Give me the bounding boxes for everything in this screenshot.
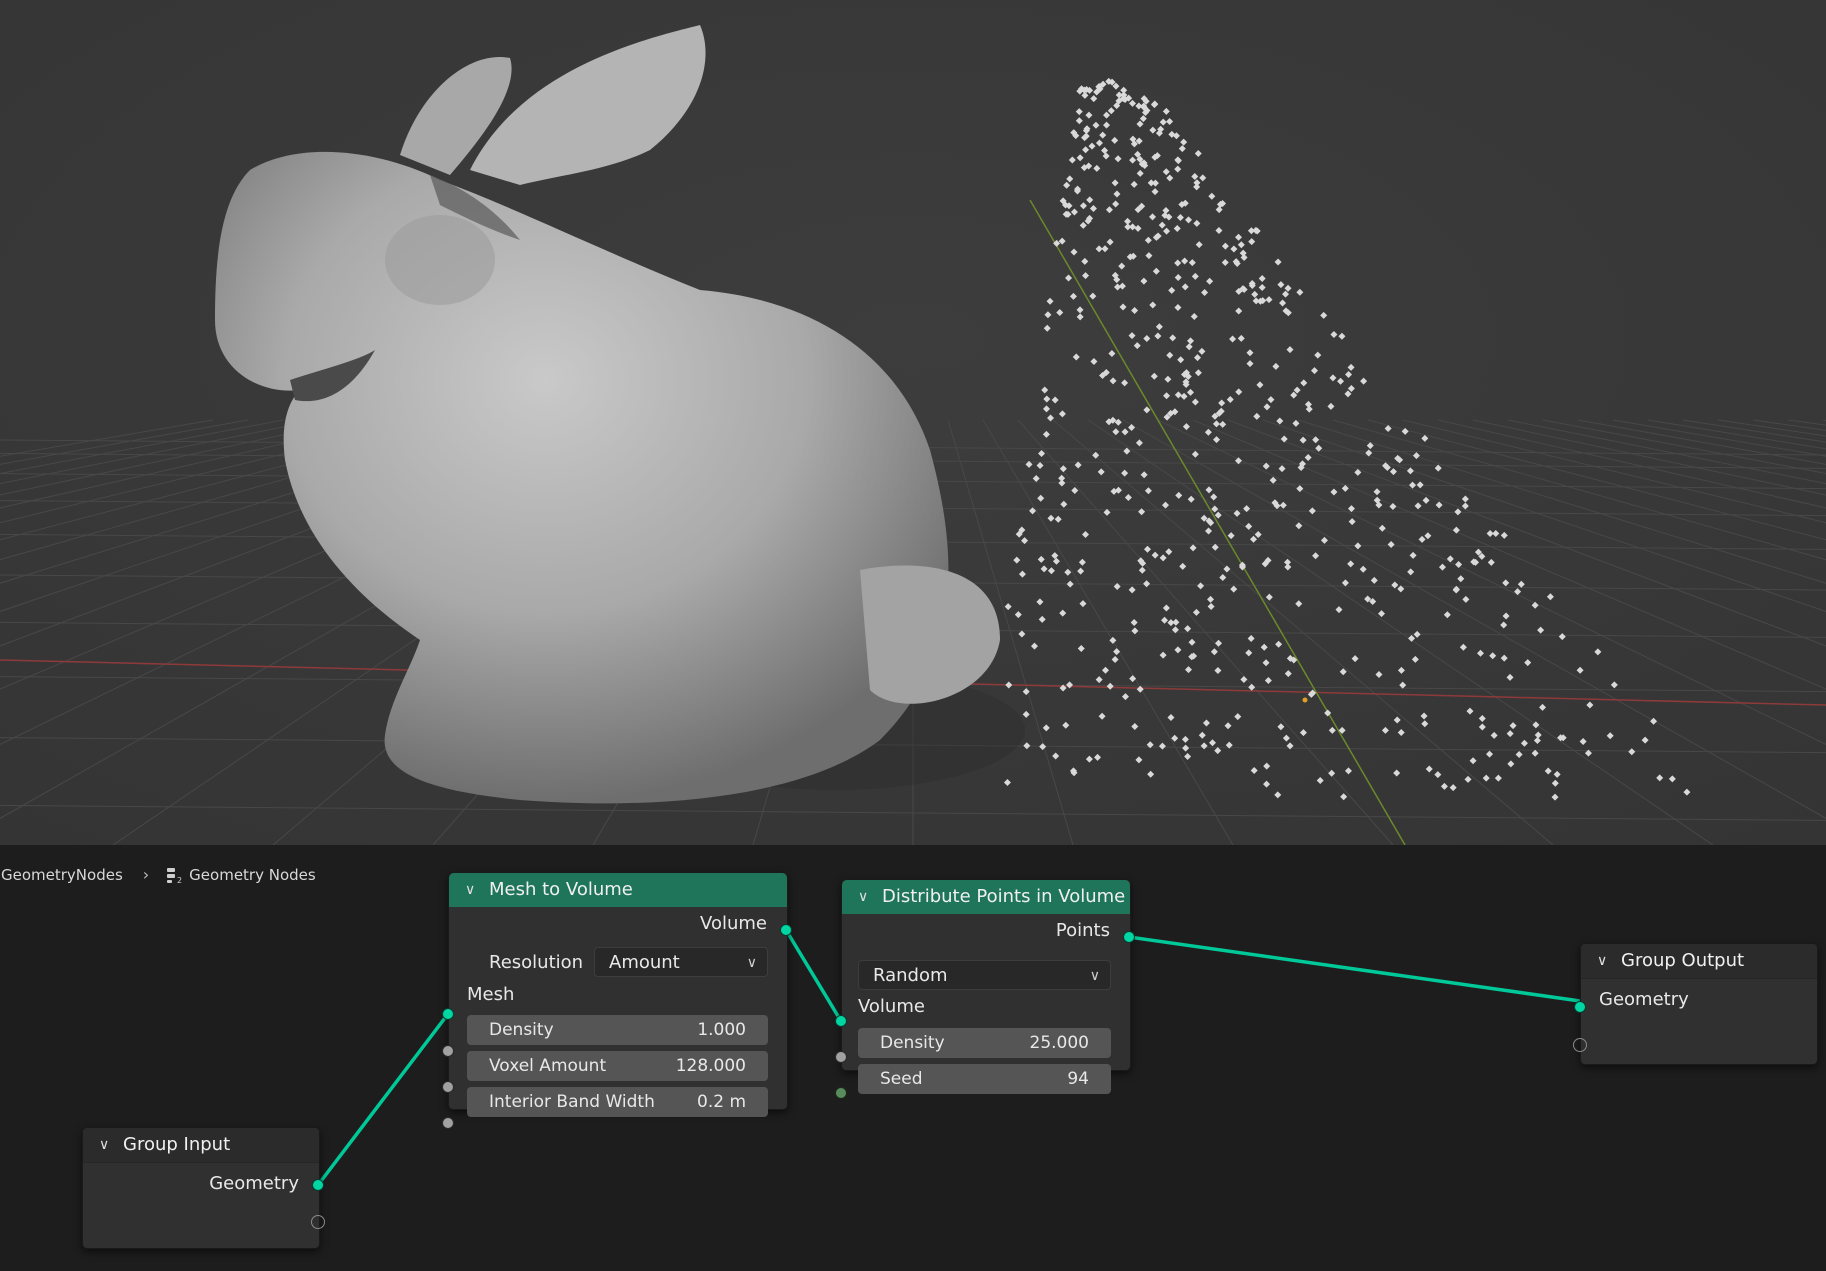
node-header[interactable]: ∨ Distribute Points in Volume <box>842 880 1130 914</box>
resolution-label: Resolution <box>489 952 584 973</box>
node-tree-icon-subscript: 2 <box>177 876 182 884</box>
input-label-geometry: Geometry <box>1599 989 1689 1010</box>
chevron-down-icon[interactable]: ∨ <box>99 1128 109 1162</box>
node-title: Group Output <box>1621 950 1745 971</box>
node-header[interactable]: ∨ Mesh to Volume <box>449 873 787 907</box>
density-field[interactable]: Density 1.000 <box>467 1015 768 1045</box>
socket-empty-output[interactable] <box>311 1215 325 1229</box>
node-mesh-to-volume[interactable]: ∨ Mesh to Volume Volume Resolution Amoun… <box>448 872 788 1117</box>
node-header[interactable]: ∨ Group Input <box>83 1128 319 1163</box>
socket-seed-input[interactable] <box>835 1087 847 1099</box>
chevron-down-icon[interactable]: ∨ <box>1597 944 1607 978</box>
field-label: Density <box>880 1033 945 1053</box>
socket-density-input[interactable] <box>442 1045 454 1057</box>
node-group-input[interactable]: ∨ Group Input Geometry <box>82 1127 320 1249</box>
node-group-output[interactable]: ∨ Group Output Geometry <box>1580 943 1818 1065</box>
chevron-down-icon: ∨ <box>746 955 757 971</box>
chevron-right-icon: › <box>142 865 150 884</box>
node-title: Mesh to Volume <box>489 879 633 900</box>
mode-value: Random <box>873 965 948 986</box>
socket-volume-input[interactable] <box>835 1015 847 1027</box>
node-distribute-points-in-volume[interactable]: ∨ Distribute Points in Volume Points Ran… <box>841 879 1131 1094</box>
link-geometry-to-mesh <box>316 1012 450 1187</box>
seed-field[interactable]: Seed 94 <box>858 1064 1111 1094</box>
socket-geometry-input[interactable] <box>1574 1001 1586 1013</box>
breadcrumb: GeometryNodes › 2 Geometry Nodes <box>1 865 316 884</box>
origin-dot <box>1302 697 1308 703</box>
input-label-mesh: Mesh <box>467 984 515 1005</box>
link-points-to-geometry <box>1128 935 1581 1003</box>
socket-geometry-output[interactable] <box>312 1179 324 1191</box>
interior-band-width-field[interactable]: Interior Band Width 0.2 m <box>467 1087 768 1117</box>
output-label-volume: Volume <box>700 913 767 934</box>
input-label-volume: Volume <box>858 996 925 1017</box>
socket-points-output[interactable] <box>1123 931 1135 943</box>
chevron-down-icon[interactable]: ∨ <box>858 880 868 914</box>
output-label-points: Points <box>1055 920 1110 941</box>
resolution-dropdown[interactable]: Amount ∨ <box>594 947 768 977</box>
node-title: Distribute Points in Volume <box>882 886 1126 907</box>
socket-interior-band-width-input[interactable] <box>442 1117 454 1129</box>
resolution-value: Amount <box>609 952 680 973</box>
field-value: 0.2 m <box>697 1092 746 1112</box>
node-tree-icon: 2 <box>167 867 182 884</box>
socket-voxel-amount-input[interactable] <box>442 1081 454 1093</box>
socket-empty-input[interactable] <box>1573 1038 1587 1052</box>
socket-volume-output[interactable] <box>780 924 792 936</box>
field-label: Density <box>489 1020 554 1040</box>
node-title: Group Input <box>123 1134 231 1155</box>
3d-viewport[interactable] <box>0 0 1826 845</box>
field-label: Seed <box>880 1069 923 1089</box>
field-value: 25.000 <box>1029 1033 1089 1053</box>
field-label: Interior Band Width <box>489 1092 655 1112</box>
chevron-down-icon[interactable]: ∨ <box>465 873 475 907</box>
chevron-down-icon: ∨ <box>1089 968 1100 984</box>
socket-mesh-input[interactable] <box>442 1008 454 1020</box>
breadcrumb-item-node-tree[interactable]: Geometry Nodes <box>189 866 316 884</box>
breadcrumb-item-object[interactable]: GeometryNodes <box>1 866 123 884</box>
socket-density-input[interactable] <box>835 1051 847 1063</box>
output-label-geometry: Geometry <box>209 1173 299 1194</box>
field-value: 1.000 <box>697 1020 746 1040</box>
voxel-amount-field[interactable]: Voxel Amount 128.000 <box>467 1051 768 1081</box>
density-field[interactable]: Density 25.000 <box>858 1028 1111 1058</box>
node-header[interactable]: ∨ Group Output <box>1581 944 1817 979</box>
field-label: Voxel Amount <box>489 1056 607 1076</box>
mode-dropdown[interactable]: Random ∨ <box>858 960 1111 990</box>
link-volume-to-volume <box>784 929 843 1022</box>
viewport-canvas <box>0 0 1826 845</box>
field-value: 94 <box>1067 1069 1089 1089</box>
field-value: 128.000 <box>675 1056 746 1076</box>
node-editor[interactable]: GeometryNodes › 2 Geometry Nodes ∨ Group… <box>0 845 1826 1271</box>
